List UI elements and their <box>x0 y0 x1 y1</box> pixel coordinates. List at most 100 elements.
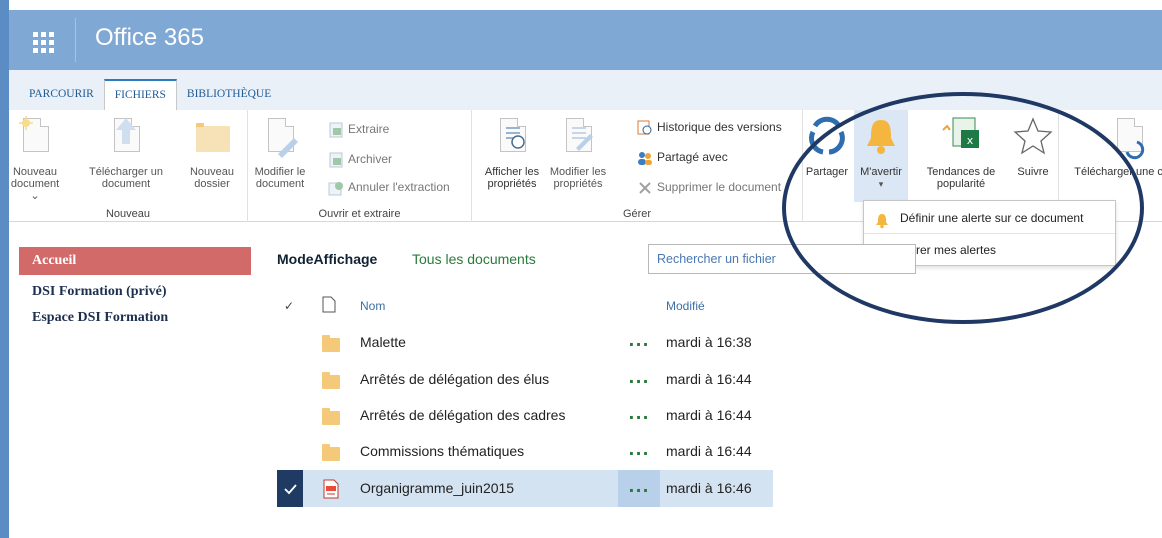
document-type-icon <box>322 296 336 316</box>
pdf-icon <box>322 479 340 499</box>
modified-date: mardi à 16:44 <box>666 371 752 387</box>
view-mode-label: ModeAffichage <box>277 251 378 267</box>
nav-item-espace-dsi-formation[interactable]: Espace DSI Formation <box>19 305 251 331</box>
more-options-button[interactable]: ... <box>618 470 660 507</box>
set-alert-menu-item[interactable]: Définir une alerte sur ce document <box>864 203 1115 233</box>
row-checkbox-checked[interactable] <box>277 470 303 507</box>
share-label: Partager <box>805 166 849 178</box>
folder-icon <box>322 372 340 389</box>
file-name[interactable]: Commissions thématiques <box>360 443 524 459</box>
delete-icon <box>637 180 653 196</box>
checkin-button[interactable]: Archiver <box>328 150 392 170</box>
table-row[interactable]: Arrêtés de délégation des élus ... mardi… <box>277 361 773 398</box>
folder-icon <box>322 408 340 425</box>
select-all-checkmark-icon[interactable]: ✓ <box>284 299 294 313</box>
view-properties-button[interactable]: Afficher les propriétés <box>480 116 544 190</box>
new-document-label: Nouveau document ⌄ <box>10 166 60 202</box>
edit-properties-icon <box>558 116 598 160</box>
file-name[interactable]: Arrêtés de délégation des cadres <box>360 407 565 423</box>
edit-properties-label: Modifier les propriétés <box>549 166 607 190</box>
version-history-label: Historique des versions <box>657 120 782 134</box>
shared-with-icon <box>637 150 653 166</box>
follow-label: Suivre <box>1017 166 1049 178</box>
table-row[interactable]: Commissions thématiques ... mardi à 16:4… <box>277 433 773 470</box>
upload-document-button[interactable]: Télécharger un document <box>85 116 167 190</box>
more-options-button[interactable]: ... <box>618 397 660 434</box>
modified-date: mardi à 16:38 <box>666 334 752 350</box>
group-label-gerer: Gérer <box>622 208 652 220</box>
suite-separator <box>75 18 76 62</box>
checkin-label: Archiver <box>348 152 393 166</box>
tab-parcourir[interactable]: PARCOURIR <box>19 79 104 110</box>
menu-divider <box>864 233 1115 234</box>
table-row[interactable]: Arrêtés de délégation des cadres ... mar… <box>277 397 773 434</box>
follow-button[interactable]: Suivre <box>1011 116 1055 178</box>
more-options-button[interactable]: ... <box>618 361 660 398</box>
group-label-nouveau: Nouveau <box>105 208 151 220</box>
delete-document-button[interactable]: Supprimer le document <box>637 178 781 198</box>
row-checkbox[interactable] <box>277 397 303 434</box>
download-copy-icon <box>1109 116 1149 160</box>
suite-title[interactable]: Office 365 <box>95 24 204 52</box>
file-name[interactable]: Organigramme_juin2015 <box>360 480 514 496</box>
shared-with-button[interactable]: Partagé avec <box>637 148 728 168</box>
discard-checkout-label: Annuler l'extraction <box>348 180 450 194</box>
tab-bibliotheque[interactable]: BIBLIOTHÈQUE <box>177 79 281 110</box>
checkout-label: Extraire <box>348 122 390 136</box>
ribbon-tabstrip: PARCOURIR FICHIERS BIBLIOTHÈQUE <box>9 70 1162 110</box>
app-launcher-icon[interactable] <box>23 22 59 58</box>
file-name[interactable]: Arrêtés de délégation des élus <box>360 371 549 387</box>
popularity-trends-label: Tendances de popularité <box>926 166 996 190</box>
download-copy-label: Télécharger une copie <box>1074 166 1162 178</box>
edit-document-button[interactable]: Modifier le document <box>254 116 306 190</box>
set-alert-label: Définir une alerte sur ce document <box>900 211 1084 225</box>
new-folder-button[interactable]: Nouveau dossier <box>181 116 243 190</box>
modified-date: mardi à 16:46 <box>666 480 752 496</box>
new-folder-icon <box>192 116 232 160</box>
checkmark-icon <box>284 484 297 495</box>
checkin-icon <box>328 152 344 168</box>
discard-checkout-button[interactable]: Annuler l'extraction <box>328 178 450 198</box>
upload-icon <box>106 116 146 160</box>
edit-document-label: Modifier le document <box>254 166 306 190</box>
list-header: ✓ Nom Modifié <box>277 292 877 322</box>
chevron-down-icon: ▾ <box>878 179 884 189</box>
share-icon <box>807 116 847 160</box>
suite-bar: Office 365 <box>9 10 1162 70</box>
alert-me-label: M'avertir <box>860 166 902 178</box>
app-window: Office 365 PARCOURIR FICHIERS BIBLIOTHÈQ… <box>0 0 1162 538</box>
alert-me-button[interactable]: M'avertir ▾ <box>854 110 908 202</box>
new-document-icon <box>15 116 55 160</box>
svg-text:x: x <box>967 134 974 147</box>
share-button[interactable]: Partager <box>803 116 851 178</box>
more-options-button[interactable]: ... <box>618 324 660 361</box>
star-icon <box>1013 116 1053 160</box>
shared-with-label: Partagé avec <box>657 150 728 164</box>
ribbon-group-ouvrir: Modifier le document Extraire Archiver A… <box>248 110 472 222</box>
column-header-modified[interactable]: Modifié <box>666 299 705 313</box>
all-documents-view-link[interactable]: Tous les documents <box>412 251 536 267</box>
popularity-trends-button[interactable]: x Tendances de popularité <box>917 116 1005 190</box>
nav-item-accueil[interactable]: Accueil <box>19 247 251 275</box>
bell-icon <box>861 116 901 160</box>
row-checkbox[interactable] <box>277 324 303 361</box>
new-document-button[interactable]: Nouveau document ⌄ <box>9 116 61 202</box>
edit-properties-button[interactable]: Modifier les propriétés <box>546 116 610 190</box>
download-copy-button[interactable]: Télécharger une copie <box>1069 116 1162 178</box>
bell-icon <box>874 210 890 229</box>
file-name[interactable]: Malette <box>360 334 406 350</box>
checkout-button[interactable]: Extraire <box>328 120 389 140</box>
tab-fichiers[interactable]: FICHIERS <box>103 79 177 110</box>
row-checkbox[interactable] <box>277 433 303 470</box>
group-label-ouvrir: Ouvrir et extraire <box>318 208 401 220</box>
column-header-name[interactable]: Nom <box>360 299 385 313</box>
view-properties-icon <box>492 116 532 160</box>
version-history-button[interactable]: Historique des versions <box>637 118 782 138</box>
table-row-selected[interactable]: Organigramme_juin2015 ... mardi à 16:46 <box>277 470 773 507</box>
nav-item-dsi-formation-prive[interactable]: DSI Formation (privé) <box>19 279 251 305</box>
delete-document-label: Supprimer le document <box>657 180 782 194</box>
table-row[interactable]: Malette ... mardi à 16:38 <box>277 324 773 361</box>
more-options-button[interactable]: ... <box>618 433 660 470</box>
search-input[interactable]: Rechercher un fichier <box>648 244 916 274</box>
row-checkbox[interactable] <box>277 361 303 398</box>
